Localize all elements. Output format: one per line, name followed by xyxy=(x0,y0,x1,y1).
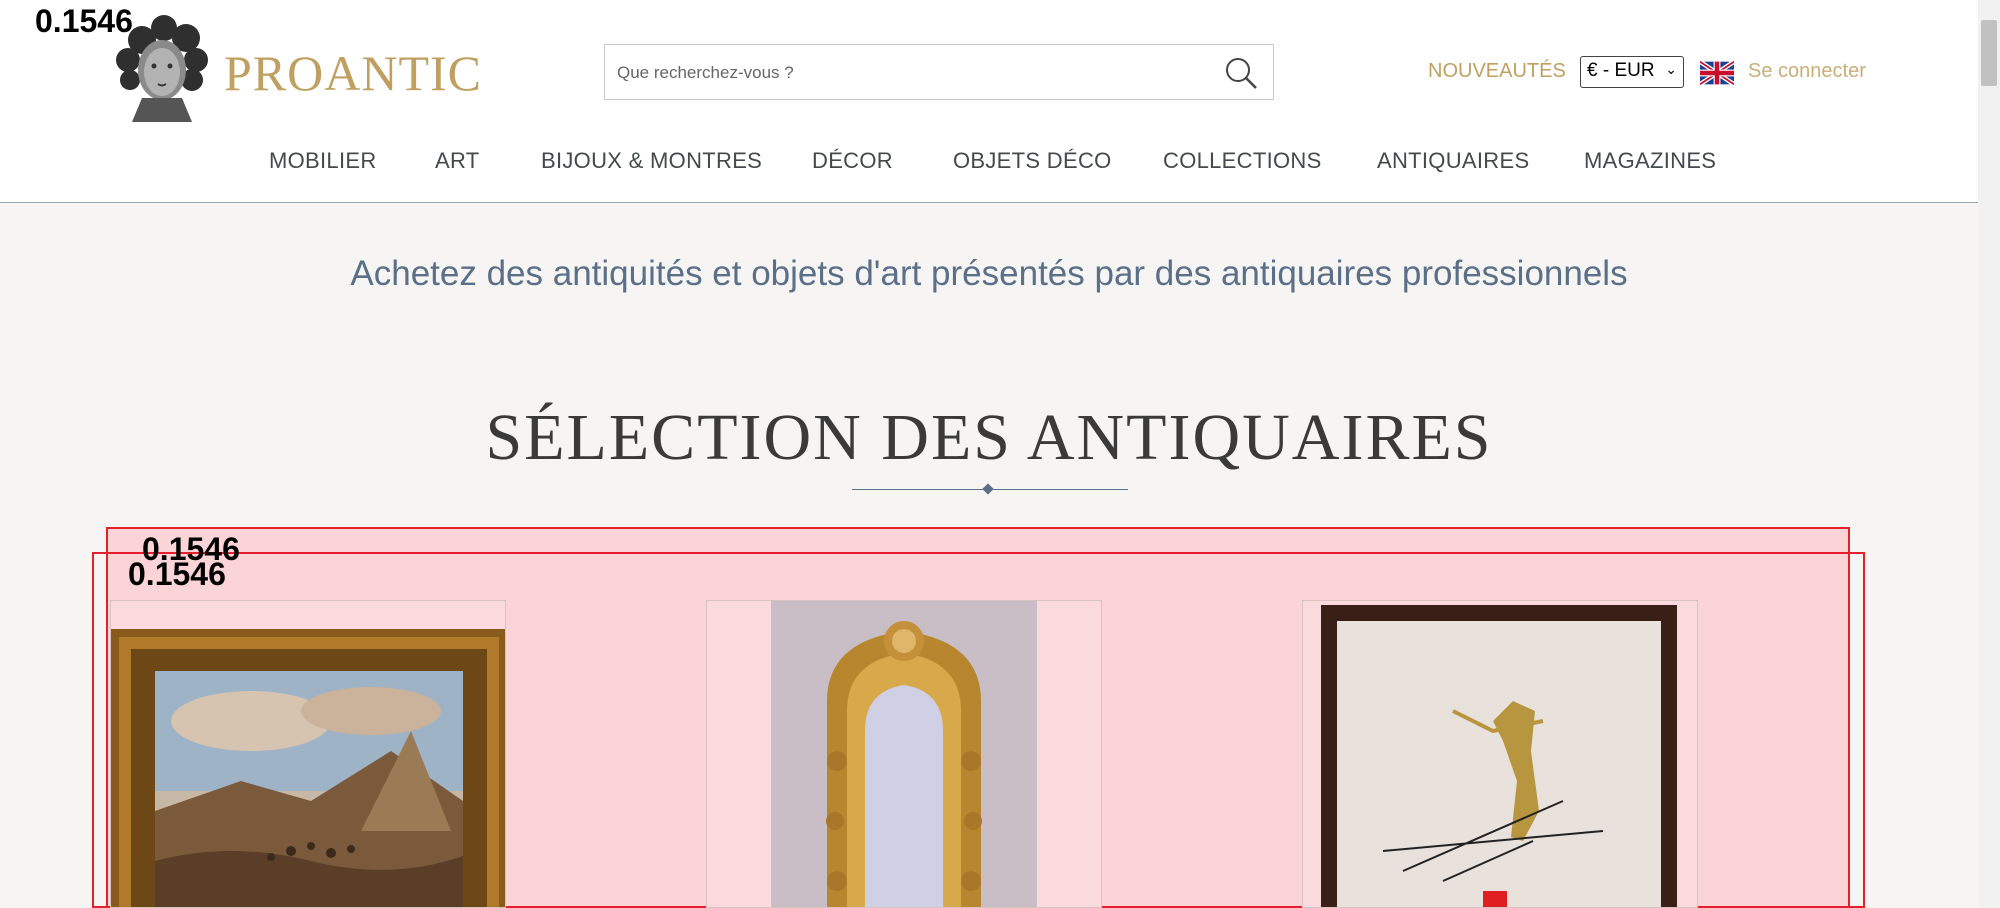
currency-select[interactable]: € - EUR ⌄ xyxy=(1580,56,1684,88)
chevron-down-icon: ⌄ xyxy=(1665,61,1677,77)
page-tagline: Achetez des antiquités et objets d'art p… xyxy=(350,254,1628,293)
nav-item-bijoux-montres[interactable]: BIJOUX & MONTRES xyxy=(541,148,762,174)
brand-logo-text[interactable]: PROANTIC xyxy=(224,44,482,102)
overlay-score-label: 0.1546 xyxy=(35,3,133,39)
mirror-image xyxy=(707,601,1101,907)
product-card-mirror[interactable] xyxy=(706,600,1102,908)
section-title: SÉLECTION DES ANTIQUAIRES xyxy=(485,401,1493,474)
artwork-image xyxy=(1303,601,1697,907)
site-header: PROANTIC NOUVEAUTÉS € - EUR ⌄ Se connect… xyxy=(0,0,1978,203)
nav-item-antiquaires[interactable]: ANTIQUAIRES xyxy=(1377,148,1529,174)
nav-item-mobilier[interactable]: MOBILIER xyxy=(269,148,377,174)
main-nav: MOBILIER ART BIJOUX & MONTRES DÉCOR OBJE… xyxy=(0,148,1978,178)
login-link[interactable]: Se connecter xyxy=(1748,60,1866,83)
product-card-artwork[interactable] xyxy=(1302,600,1698,908)
product-card-painting[interactable] xyxy=(110,600,506,908)
nav-item-art[interactable]: ART xyxy=(435,148,480,174)
search-bar xyxy=(604,44,1274,101)
nav-item-decor[interactable]: DÉCOR xyxy=(812,148,893,174)
uk-flag-icon[interactable] xyxy=(1700,61,1734,85)
painting-image xyxy=(111,601,505,907)
nouveautes-link[interactable]: NOUVEAUTÉS xyxy=(1428,60,1566,83)
divider-diamond-icon xyxy=(982,483,994,495)
nav-item-collections[interactable]: COLLECTIONS xyxy=(1163,148,1322,174)
search-input[interactable] xyxy=(615,45,1209,101)
nav-item-objets-deco[interactable]: OBJETS DÉCO xyxy=(953,148,1112,174)
nav-item-magazines[interactable]: MAGAZINES xyxy=(1584,148,1716,174)
page-scrollbar[interactable] xyxy=(1978,0,2000,908)
currency-value: € - EUR xyxy=(1587,60,1655,81)
scrollbar-thumb[interactable] xyxy=(1981,20,1997,86)
overlay-score-label: 0.1546 xyxy=(128,556,226,592)
search-icon[interactable] xyxy=(1223,55,1259,91)
